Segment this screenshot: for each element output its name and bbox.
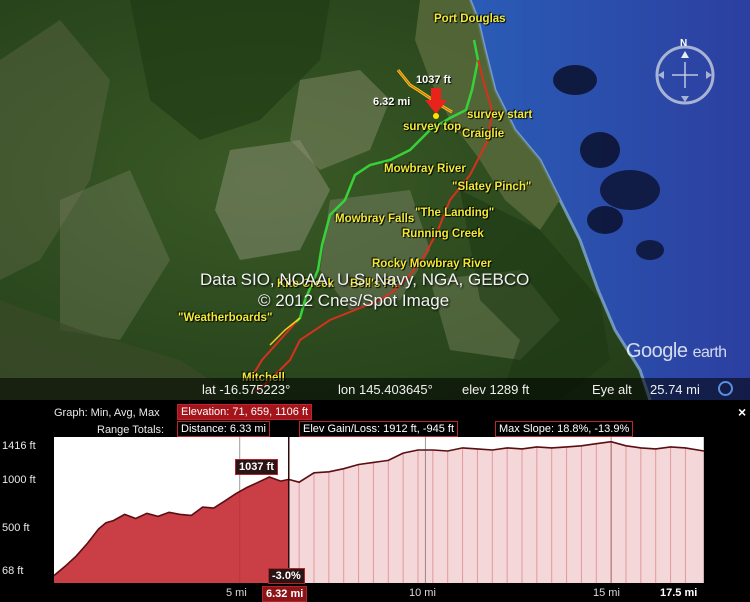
status-eye-alt-label: Eye alt	[592, 382, 632, 397]
y-tick-label: 68 ft	[2, 565, 24, 577]
marker-distance-label: 6.32 mi	[373, 96, 411, 108]
selected-area	[54, 477, 289, 583]
status-elevation: elev 1289 ft	[462, 382, 530, 397]
label-port-douglas: Port Douglas	[434, 13, 506, 25]
elevation-profile-chart[interactable]	[53, 437, 705, 583]
cursor-elevation-tag: 1037 ft	[235, 459, 278, 475]
label-slatey-pinch: "Slatey Pinch"	[452, 181, 532, 193]
logo-google: Google	[626, 340, 688, 362]
compass-north-label: N	[680, 38, 688, 49]
elev-gain-loss: Elev Gain/Loss: 1912 ft, -945 ft	[299, 421, 459, 437]
label-mowbray-river: Mowbray River	[384, 163, 466, 175]
logo-earth: earth	[692, 344, 727, 361]
satellite-map-view[interactable]: Port Douglas 1037 ft 6.32 mi survey star…	[0, 0, 750, 400]
label-survey-top: survey top	[403, 121, 462, 133]
y-tick-label: 1416 ft	[2, 440, 36, 452]
elevation-stats: Elevation: 71, 659, 1106 ft	[177, 404, 312, 420]
x-tick-label: 17.5 mi	[660, 587, 698, 599]
label-weatherboards: "Weatherboards"	[178, 312, 273, 324]
label-rocky-mowbray-river: Rocky Mowbray River	[372, 258, 492, 270]
max-slope: Max Slope: 18.8%, -13.9%	[495, 421, 634, 437]
y-tick-label: 1000 ft	[2, 474, 36, 486]
x-tick-label: 15 mi	[593, 587, 620, 599]
status-eye-alt-value: 25.74 mi	[650, 382, 700, 397]
label-craiglie: Craiglie	[462, 128, 505, 140]
compass-icon	[655, 45, 715, 105]
compass-rose-control[interactable]: N	[648, 38, 722, 112]
marker-elevation-label: 1037 ft	[416, 74, 451, 86]
map-status-bar: lat -16.575223° lon 145.403645° elev 128…	[0, 378, 750, 400]
cursor-slope-tag: -3.0%	[268, 568, 305, 584]
label-running-creek: Running Creek	[402, 228, 484, 240]
map-attribution-imagery: © 2012 Cnes/Spot Image	[258, 291, 450, 310]
label-survey-start: survey start	[467, 109, 533, 121]
label-mowbray-falls: Mowbray Falls	[335, 213, 415, 225]
status-indicator-icon	[718, 381, 733, 396]
range-totals-label: Range Totals:	[97, 424, 165, 436]
label-the-landing: "The Landing"	[415, 207, 495, 219]
graph-label: Graph: Min, Avg, Max	[54, 407, 160, 419]
close-icon[interactable]: ×	[738, 404, 746, 420]
google-earth-logo: Google earth	[626, 340, 727, 363]
map-attribution-data: Data SIO, NOAA, U.S. Navy, NGA, GEBCO	[200, 270, 530, 289]
status-latitude: lat -16.575223°	[202, 382, 291, 397]
profile-plot	[53, 437, 705, 583]
status-longitude: lon 145.403645°	[338, 382, 433, 397]
distance-total: Distance: 6.33 mi	[177, 421, 270, 437]
x-tick-label: 10 mi	[409, 587, 436, 599]
y-tick-label: 500 ft	[2, 522, 30, 534]
x-tick-label: 5 mi	[226, 587, 247, 599]
